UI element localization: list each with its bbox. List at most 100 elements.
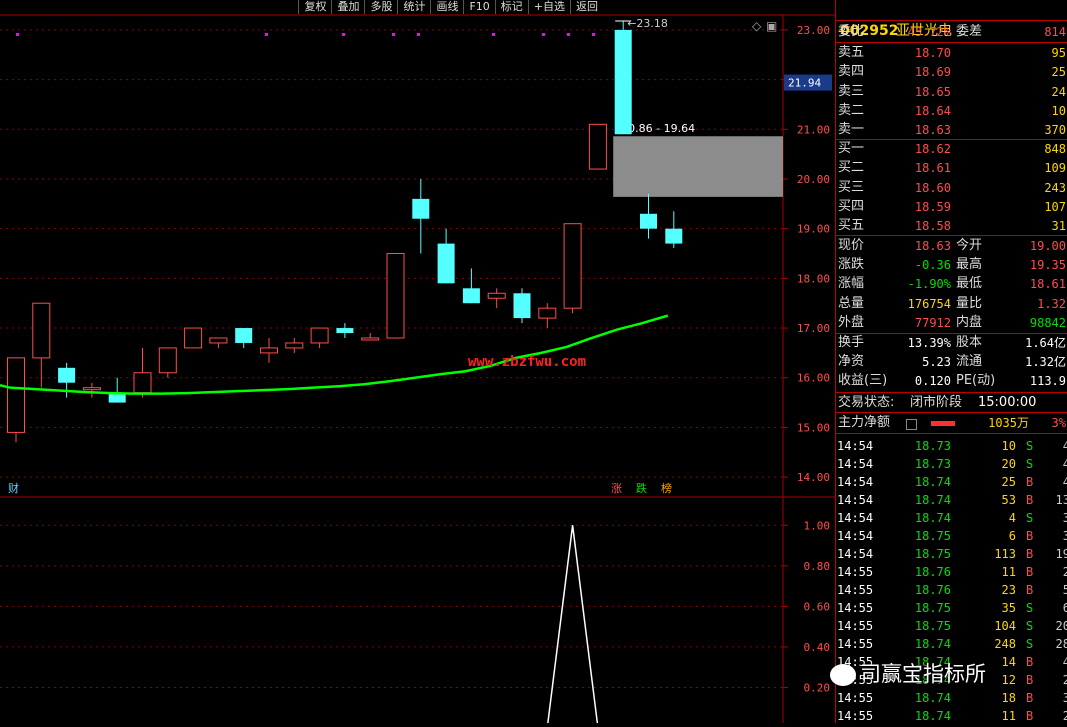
candle-body-down[interactable] (513, 293, 531, 319)
candle-body-down[interactable] (58, 367, 76, 383)
candle-body-down[interactable] (336, 328, 354, 334)
tick-side: B (1026, 475, 1034, 489)
toolbar-button-2[interactable]: 多股 (364, 0, 398, 14)
tick-row[interactable]: 14:55 18.74 18 B3 (836, 689, 1067, 707)
tick-row[interactable]: 14:55 18.75 35 S6 (836, 599, 1067, 617)
tick-row[interactable]: 14:55 18.75 104 S 20 (836, 617, 1067, 635)
toolbar-button-3[interactable]: 统计 (397, 0, 431, 14)
bid-label: 买一 (838, 141, 865, 156)
quote-divider (836, 235, 1067, 236)
ask-price: 18.65 (914, 84, 951, 99)
tick-count: 28 (1055, 637, 1067, 651)
tick-side: B (1026, 709, 1034, 723)
settings-icon[interactable]: ▣ (766, 19, 777, 33)
candle-body-down[interactable] (412, 198, 430, 219)
tick-row[interactable]: 14:54 18.73 10 S4 (836, 437, 1067, 455)
candle-body-up[interactable] (32, 302, 51, 359)
kline-chart[interactable]: 23.0022.0021.0020.0019.0018.0017.0016.00… (0, 0, 835, 726)
candle-body-up[interactable] (7, 357, 25, 433)
candle-body-down[interactable] (640, 213, 657, 229)
toolbar-button-4[interactable]: 画线 (430, 0, 464, 14)
bid-price: 18.59 (914, 199, 951, 214)
price-tick-label: 15.00 (797, 421, 830, 434)
tick-row[interactable]: 14:55 18.74 248 S 28 (836, 635, 1067, 653)
tick-row[interactable]: 14:55 18.76 11 B2 (836, 563, 1067, 581)
ask-label: 卖一 (838, 122, 865, 138)
candle-body-down[interactable] (235, 328, 253, 343)
toolbar-button-6[interactable]: 标记 (494, 0, 528, 14)
candle-body-up[interactable] (285, 342, 304, 349)
ask-level-row: 卖一 18.63 370 (836, 121, 1067, 139)
footer-watermark-text: 司赢宝指标所 (860, 662, 986, 686)
candle-body-up[interactable] (310, 327, 329, 344)
candle-body-down[interactable] (462, 288, 480, 304)
tick-time: 14:55 (837, 601, 874, 615)
wechat-icon (830, 664, 856, 686)
tick-row[interactable]: 14:54 18.74 4S3 (836, 509, 1067, 527)
stat-value: 18.61 (1029, 277, 1066, 292)
signal-dot (16, 33, 19, 36)
indicator-tick-label: 1.00 (804, 519, 831, 532)
tick-count: 2 (1046, 671, 1067, 689)
bid-level-row: 买三 18.60 243 (836, 179, 1067, 197)
limit-down-badge[interactable]: 跌 (636, 481, 647, 495)
candle-body-up[interactable] (361, 337, 380, 341)
candle-body-down[interactable] (665, 228, 683, 244)
indicator-tick-label: 0.60 (804, 600, 831, 613)
candle-body-up[interactable] (588, 123, 607, 170)
price-tick-label: 23.00 (797, 24, 830, 37)
finance-badge[interactable]: 财 (8, 481, 19, 495)
toolbar-button-7[interactable]: +自选 (527, 0, 570, 14)
fund-value: 5.23 (922, 355, 951, 369)
candle-body-down[interactable] (614, 29, 632, 135)
fund-label: 股本 (956, 335, 983, 350)
price-stat-row: 涨跌 -0.36 最高 19.35 (836, 256, 1067, 274)
quote-panel: 002952 亚世光电 委比 43.72% 委差 814 卖五 18.70 95 卖四 18.6… (835, 0, 1067, 723)
candle-body-up[interactable] (260, 347, 278, 354)
ask-label: 卖三 (838, 83, 865, 99)
tick-side: B (1026, 547, 1034, 561)
ask-price: 18.70 (914, 46, 951, 60)
ask-level-row: 卖五 18.70 95 (836, 44, 1067, 62)
candle-body-up[interactable] (563, 223, 582, 309)
tick-row[interactable]: 14:54 18.74 53 B 13 (836, 491, 1067, 509)
tick-volume: 11 (1001, 565, 1016, 579)
candle-body-up[interactable] (184, 327, 203, 349)
tick-side: B (1026, 565, 1034, 579)
tick-row[interactable]: 14:55 18.74 11 B2 (836, 707, 1067, 723)
tick-row[interactable]: 14:54 18.73 20 S4 (836, 455, 1067, 473)
diamond-icon[interactable]: ◇ (752, 19, 762, 33)
tick-price: 18.74 (914, 691, 951, 705)
candle-body-up[interactable] (133, 372, 152, 394)
tick-row[interactable]: 14:54 18.75 6B3 (836, 527, 1067, 545)
ratio-label: 委比 (838, 24, 865, 39)
candle-body-up[interactable] (538, 307, 557, 319)
tick-price: 18.74 (914, 493, 951, 507)
toolbar-button-8[interactable]: 返回 (570, 0, 603, 14)
candle-body-up[interactable] (386, 253, 405, 339)
candle-body-down[interactable] (437, 243, 455, 284)
price-stat-row: 现价 18.63 今开 19.00 (836, 237, 1067, 255)
tick-volume: 10 (1001, 439, 1016, 453)
quote-divider (836, 433, 1067, 434)
toolbar-button-0[interactable]: 复权 (298, 0, 332, 14)
toolbar-button-1[interactable]: 叠加 (331, 0, 365, 14)
tick-row[interactable]: 14:55 18.76 23 B5 (836, 581, 1067, 599)
stat-value: 18.63 (914, 239, 951, 253)
stat-label: 量比 (956, 295, 983, 311)
toolbar-button-5[interactable]: F10 (463, 0, 495, 14)
candle-body-up[interactable] (487, 292, 506, 299)
tick-row[interactable]: 14:54 18.75 113 B 19 (836, 545, 1067, 563)
fund-label: 收益(三) (838, 373, 888, 388)
rank-list-badge[interactable]: 榜 (661, 481, 672, 495)
limit-up-badge[interactable]: 涨 (611, 482, 622, 495)
bid-level-row: 买一 18.62 848 (836, 140, 1067, 158)
candle-body-up[interactable] (82, 387, 101, 391)
tick-time: 14:54 (837, 439, 874, 453)
candle-body-up[interactable] (209, 337, 228, 344)
chart-area[interactable]: 23.0022.0021.0020.0019.0018.0017.0016.00… (0, 0, 835, 726)
ask-volume: 24 (1051, 84, 1066, 99)
candle-body-up[interactable] (158, 347, 177, 374)
main-net-detail-icon[interactable] (906, 419, 917, 430)
tick-row[interactable]: 14:54 18.74 25 B4 (836, 473, 1067, 491)
